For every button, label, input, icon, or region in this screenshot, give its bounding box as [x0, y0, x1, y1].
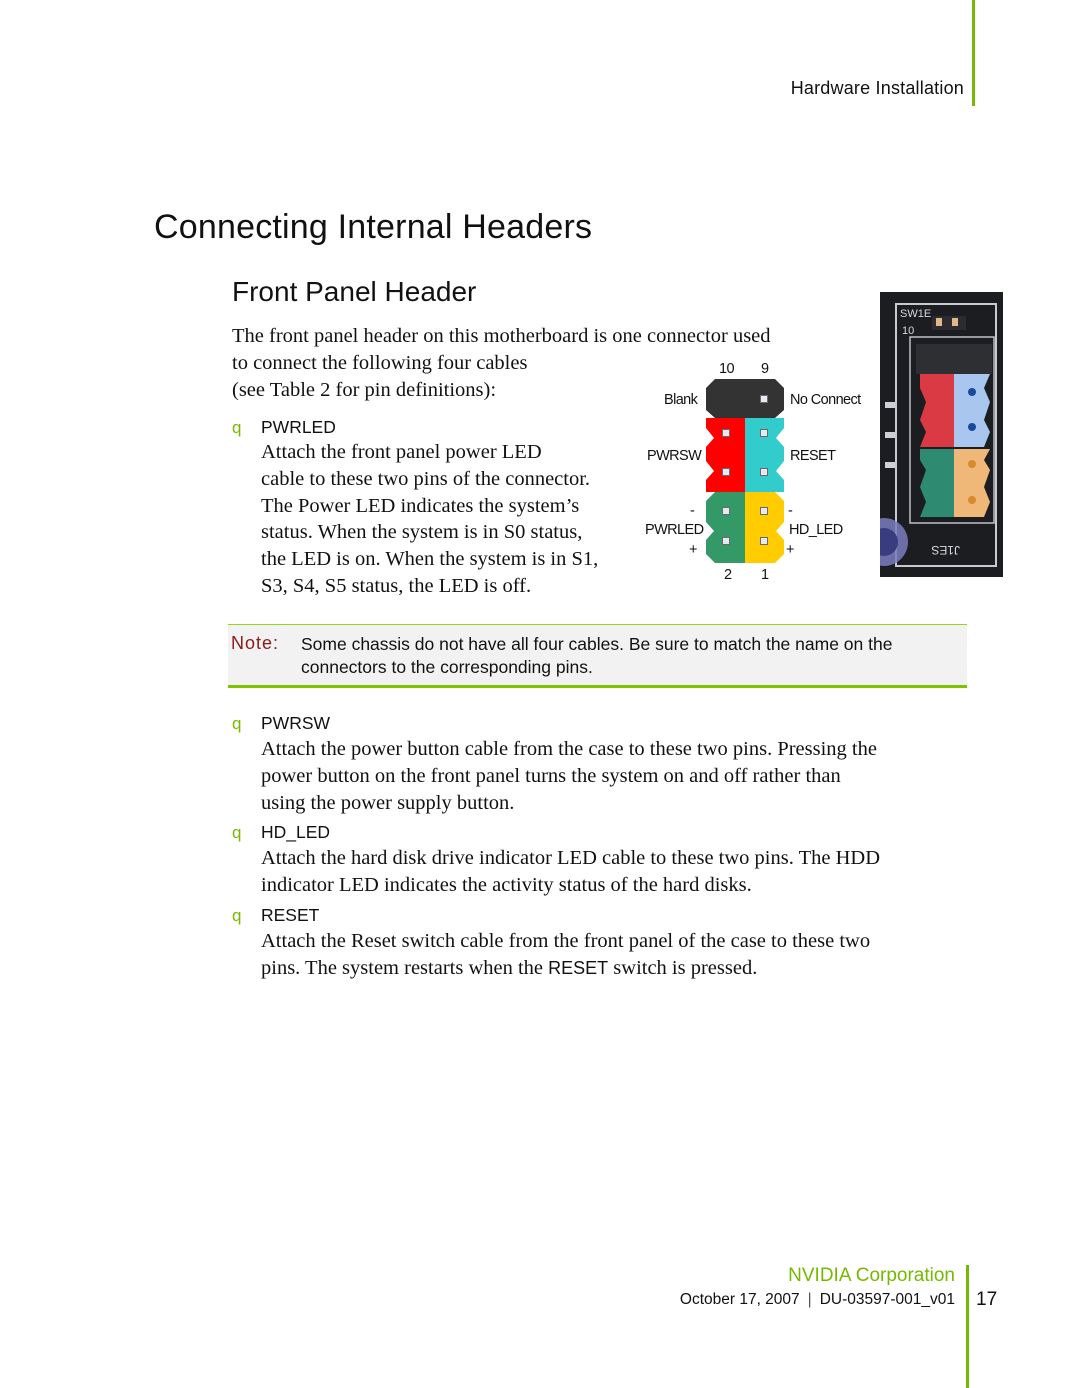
reset-keyword: RESET [548, 957, 609, 978]
para-line: Attach the hard disk drive indicator LED… [261, 847, 881, 869]
bullet-title: HD_LED [261, 822, 331, 842]
bullet-marker-icon: q [232, 714, 242, 733]
photo-graphic: SW1E 10 J1ES [880, 292, 1003, 577]
label-pwrled-plus: + [689, 542, 697, 558]
label-reset: RESET [790, 448, 836, 464]
footer-meta: October 17, 2007 | DU-03597-001_v01 [680, 1291, 955, 1309]
label-no-connect: No Connect [790, 392, 861, 408]
note-text: Some chassis do not have all four cables… [301, 633, 892, 679]
pwrled-block [706, 492, 745, 563]
bullet-pwrled: q PWRLED [232, 417, 336, 438]
para-line: The Power LED indicates the system’s [261, 494, 580, 517]
para-line: Attach the Reset switch cable from the f… [261, 930, 871, 952]
hdled-block [745, 492, 784, 563]
bullet-title: RESET [261, 905, 320, 925]
blank-nc-block [706, 379, 784, 418]
page-number: 17 [976, 1289, 998, 1310]
label-pwrled-minus: - [690, 503, 695, 519]
running-header-section: Hardware Installation [790, 78, 964, 98]
bullet-reset: q RESET [232, 905, 319, 926]
pwrled-description: Attach the front panel power LED cable t… [261, 439, 598, 600]
bullet-hdled: q HD_LED [232, 822, 330, 843]
pin-3 [760, 507, 768, 515]
label-pwrled: PWRLED [645, 522, 704, 538]
note-box: Note: Some chassis do not have all four … [228, 624, 967, 688]
pin-5 [760, 468, 768, 476]
para-line: using the power supply button. [261, 791, 515, 814]
intro-line: The front panel header on this motherboa… [232, 325, 771, 347]
pin-2 [722, 537, 730, 545]
footer-date: October 17, 2007 [679, 1291, 800, 1308]
pin-1 [760, 537, 768, 545]
text-run: switch is pressed. [608, 956, 758, 979]
bullet-pwrsw: q PWRSW [232, 713, 330, 734]
reset-description: Attach the Reset switch cable from the f… [261, 928, 870, 982]
silk-label-top: SW1E [900, 308, 931, 320]
para-line: the LED is on. When the system is in S1, [261, 548, 599, 571]
pin-6 [722, 468, 730, 476]
label-blank: Blank [664, 392, 698, 408]
pin-number-1: 1 [761, 567, 769, 583]
para-line: indicator LED indicates the activity sta… [261, 873, 752, 896]
label-hdled-minus: - [788, 503, 793, 519]
bullet-title: PWRSW [261, 713, 331, 733]
label-hdled: HD_LED [789, 522, 843, 538]
bullet-marker-icon: q [232, 823, 242, 842]
bullet-title: PWRLED [261, 417, 336, 437]
hdled-description: Attach the hard disk drive indicator LED… [261, 845, 880, 899]
pin-number-2: 2 [724, 567, 732, 583]
footer-separator: | [807, 1291, 812, 1308]
para-line: Attach the front panel power LED [261, 441, 542, 463]
pwrsw-description: Attach the power button cable from the c… [261, 736, 877, 816]
note-label: Note: [231, 633, 280, 653]
pin-9 [760, 395, 768, 403]
pin-8 [722, 429, 730, 437]
front-panel-connector-diagram: 10 9 Blank No Connect PWRSW RESET - PWRL… [640, 355, 880, 585]
para-line: S3, S4, S5 status, the LED is off. [261, 574, 532, 597]
section-heading: Front Panel Header [232, 276, 477, 307]
label-hdled-plus: + [786, 542, 794, 558]
header-accent-rule [972, 0, 975, 106]
bullet-marker-icon: q [232, 418, 242, 437]
page-title: Connecting Internal Headers [154, 208, 593, 246]
footer-company: NVIDIA Corporation [788, 1265, 955, 1286]
para-line: Attach the power button cable from the c… [261, 738, 877, 760]
motherboard-header-photo: SW1E 10 J1ES [880, 292, 1003, 577]
footer-accent-rule [966, 1265, 969, 1388]
pin-7 [760, 429, 768, 437]
text-run: pins. The system restarts when the [261, 956, 549, 979]
para-line: power button on the front panel turns th… [261, 764, 841, 787]
footer-doc-id: DU-03597-001_v01 [819, 1291, 955, 1308]
para-line: cable to these two pins of the connector… [261, 467, 591, 490]
label-pwrsw: PWRSW [647, 448, 702, 464]
para-line: pins. The system restarts when the RESET… [261, 955, 870, 982]
note-line: connectors to the corresponding pins. [301, 657, 593, 677]
pin-4 [722, 507, 730, 515]
note-line: Some chassis do not have all four cables… [301, 634, 893, 654]
para-line: status. When the system is in S0 status, [261, 521, 583, 544]
silk-label-mark: 10 [902, 325, 914, 337]
bullet-marker-icon: q [232, 906, 242, 925]
silk-label-bottom: J1ES [931, 543, 960, 557]
